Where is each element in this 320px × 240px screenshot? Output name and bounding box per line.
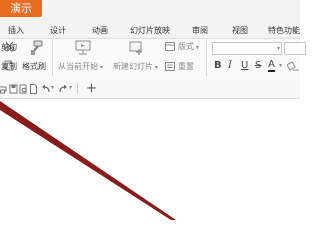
redo-icon[interactable] <box>58 84 68 94</box>
from-current-slide-button[interactable]: 从当前开始 ▾ <box>58 62 103 73</box>
drawn-line-shape[interactable] <box>0 99 300 220</box>
new-slide-dropdown-icon: ▾ <box>153 64 158 71</box>
undo-dropdown-icon[interactable]: ▾ <box>51 84 54 91</box>
font-size-value <box>285 52 287 60</box>
clear-format-icon[interactable] <box>287 60 299 72</box>
font-color-dropdown-icon[interactable]: ▾ <box>279 62 282 69</box>
copy-button[interactable]: 复制 <box>1 62 17 72</box>
copy-label: 复制 <box>1 62 17 71</box>
app-menu-button[interactable]: 演示 <box>0 0 42 17</box>
new-slide-label: 新建幻灯片 <box>113 62 153 71</box>
format-painter-button[interactable]: 格式刷 <box>22 62 46 72</box>
layout-dropdown-icon: ▾ <box>194 44 199 51</box>
print-icon[interactable] <box>0 84 7 94</box>
bold-button[interactable]: B <box>214 60 222 72</box>
toolbar-divider: | <box>76 83 80 94</box>
new-slide-icon <box>129 41 142 55</box>
tab-slideshow[interactable]: 幻灯片放映 <box>130 24 170 38</box>
reset-label: 重置 <box>178 62 194 71</box>
underline-button[interactable]: U <box>241 60 248 72</box>
from-current-label: 从当前开始 <box>58 62 98 71</box>
layout-button[interactable]: 版式 ▾ <box>178 42 199 53</box>
from-current-dropdown-icon: ▾ <box>98 64 103 71</box>
print-preview-icon[interactable] <box>19 84 28 94</box>
add-icon[interactable]: + <box>86 81 97 96</box>
format-painter-label: 格式刷 <box>22 62 46 71</box>
undo-icon[interactable] <box>41 84 51 94</box>
reset-icon <box>165 62 175 71</box>
tab-design[interactable]: 设计 <box>50 24 66 38</box>
document-icon[interactable] <box>29 84 38 94</box>
strikethrough-button[interactable]: S <box>255 60 261 72</box>
font-name-combo[interactable]: ▾ <box>212 42 282 55</box>
redo-dropdown-icon[interactable]: ▾ <box>69 84 72 91</box>
font-name-value <box>213 52 215 60</box>
cut-button[interactable]: 剪切 <box>1 43 17 53</box>
italic-button[interactable]: I <box>228 60 232 72</box>
cut-label: 剪切 <box>1 43 17 52</box>
font-size-combo[interactable] <box>284 42 306 55</box>
tab-review[interactable]: 审阅 <box>192 24 208 38</box>
ribbon-divider <box>206 40 207 76</box>
new-slide-button[interactable]: 新建幻灯片 ▾ <box>113 62 158 73</box>
format-painter-icon <box>31 40 43 55</box>
tab-animation[interactable]: 动画 <box>92 24 108 38</box>
tab-view[interactable]: 视图 <box>232 24 248 38</box>
tab-special-features[interactable]: 特色功能 <box>268 24 300 38</box>
save-icon[interactable] <box>9 84 18 94</box>
tab-insert[interactable]: 插入 <box>8 24 24 38</box>
ribbon-divider <box>52 40 53 76</box>
slideshow-screen-icon <box>75 40 91 55</box>
reset-button[interactable]: 重置 <box>178 62 194 72</box>
layout-label: 版式 <box>178 42 194 51</box>
font-color-button[interactable]: A <box>268 60 275 72</box>
font-name-dropdown-icon: ▾ <box>276 45 280 52</box>
layout-icon <box>165 42 175 51</box>
